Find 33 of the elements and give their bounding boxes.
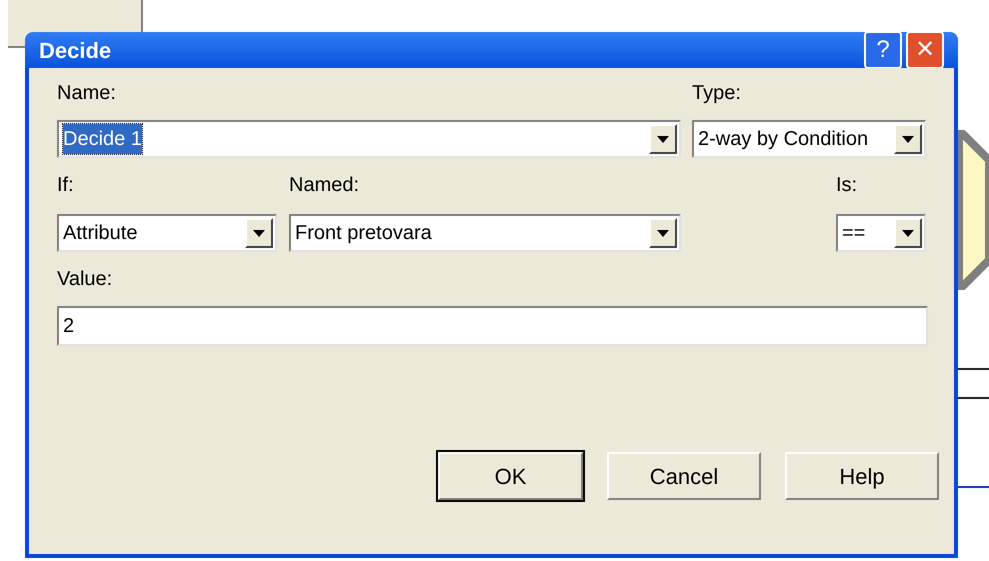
dropdown-field[interactable]: == [836, 214, 926, 252]
field-value: 2-way by Condition [698, 127, 868, 152]
help-button[interactable]: ? [864, 31, 902, 69]
caret-icon [657, 136, 669, 142]
caret-icon [253, 230, 265, 236]
dropdown-field[interactable]: Decide 1 [57, 120, 681, 158]
field-value: == [842, 221, 866, 246]
window-title: Decide [39, 36, 112, 64]
field-label: Is: [836, 173, 858, 198]
caret-icon [657, 230, 669, 236]
close-button[interactable]: ✕ [906, 31, 944, 69]
field-label: If: [57, 173, 75, 198]
dropdown-button[interactable] [649, 124, 677, 154]
field-value: Front pretovara [295, 221, 432, 246]
value-field[interactable]: 2 [57, 306, 928, 346]
field-label: Value: [57, 267, 112, 292]
field-label: Type: [692, 81, 741, 106]
field-label: Name: [57, 81, 117, 106]
field-label: Named: [289, 173, 360, 198]
dropdown-field[interactable]: Attribute [57, 214, 277, 252]
caret-icon [902, 136, 914, 142]
caret-icon [902, 230, 914, 236]
dropdown-field[interactable]: Front pretovara [289, 214, 681, 252]
dropdown-button[interactable] [894, 124, 922, 154]
dropdown-button[interactable] [649, 218, 677, 248]
field-value: Decide 1 [63, 124, 142, 154]
field-value: Attribute [63, 221, 138, 246]
dialog-button[interactable]: Cancel [607, 452, 761, 500]
dialog-button[interactable]: Help [785, 452, 939, 500]
dropdown-field[interactable]: 2-way by Condition [692, 120, 926, 158]
dropdown-button[interactable] [245, 218, 273, 248]
dialog-button[interactable]: OK [438, 452, 583, 500]
dropdown-button[interactable] [894, 218, 922, 248]
